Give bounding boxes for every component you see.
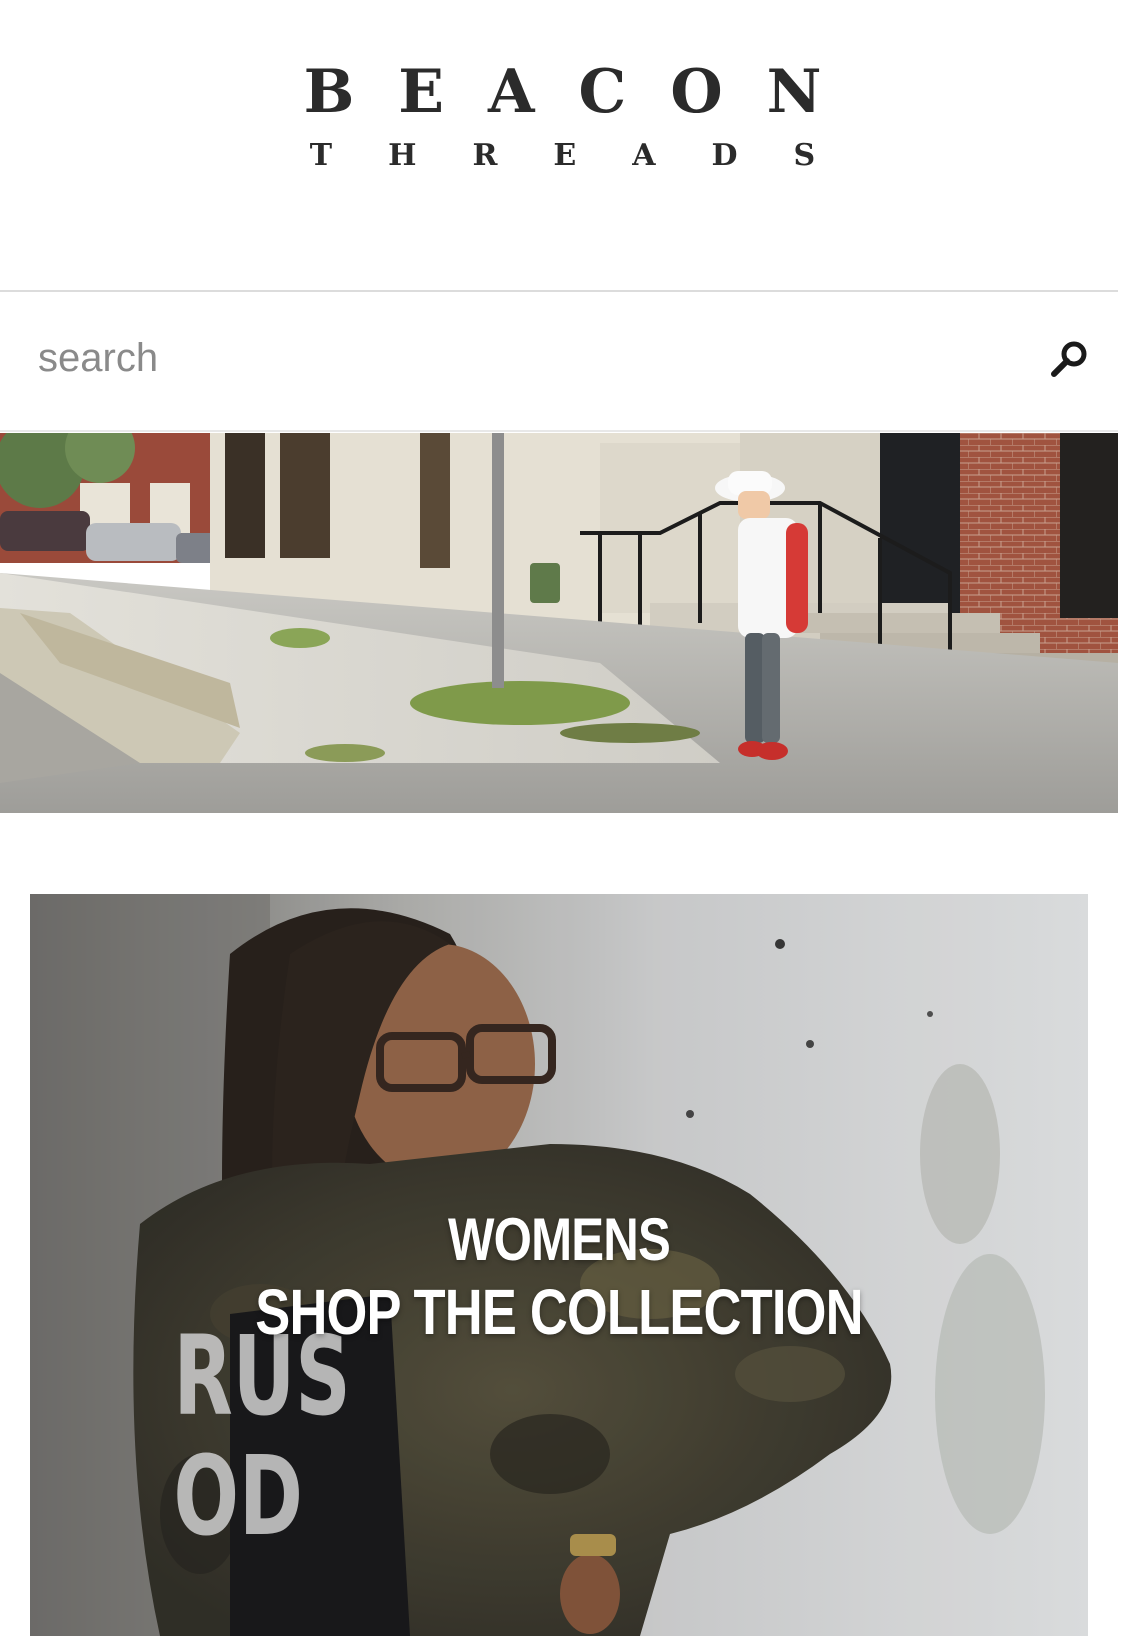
brand-name: BEACON: [303, 57, 866, 127]
hero-banner[interactable]: [0, 433, 1118, 813]
magnifier-icon: [1051, 341, 1087, 377]
street-photo: [0, 433, 1118, 813]
page: BEACON THREADS search RUS OD WOMENS SHOP…: [0, 0, 1125, 1636]
brand-logo[interactable]: BEACON THREADS: [0, 56, 1125, 176]
collection-caption: WOMENS SHOP THE COLLECTION: [30, 1204, 1088, 1348]
search-input[interactable]: [36, 328, 996, 388]
womens-collection-card[interactable]: RUS OD WOMENS SHOP THE COLLECTION: [30, 894, 1088, 1636]
search-bar: [0, 292, 1118, 432]
search-button[interactable]: [1046, 336, 1094, 384]
collection-title: WOMENS: [448, 1206, 671, 1273]
collection-cta: SHOP THE COLLECTION: [255, 1276, 863, 1348]
site-header: BEACON THREADS: [0, 0, 1125, 292]
brand-tagline: THREADS: [309, 138, 872, 173]
